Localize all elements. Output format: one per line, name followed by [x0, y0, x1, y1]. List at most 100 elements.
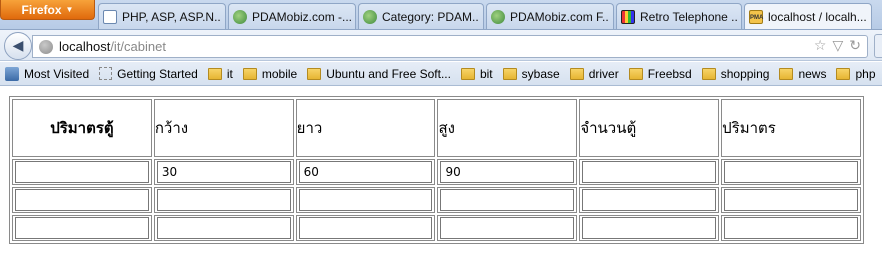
most-visited-icon — [5, 66, 19, 81]
width-input[interactable] — [156, 161, 291, 183]
browser-tab[interactable]: Retro Telephone ... — [616, 3, 742, 29]
width-input[interactable] — [156, 217, 291, 239]
browser-tab[interactable]: PDAMobiz.com F... — [486, 3, 614, 29]
page-content: ปริมาตรตู้ กว้าง ยาว สูง จำนวนตู้ ปริมาต… — [0, 87, 882, 263]
table-cell — [295, 159, 436, 185]
reload-icon[interactable]: ↻ — [849, 38, 861, 54]
globe-icon — [39, 39, 53, 54]
table-row — [12, 187, 861, 213]
length-input[interactable] — [298, 161, 433, 183]
header-cabinet-volume: ปริมาตรตู้ — [12, 99, 152, 157]
cabinet-count-input[interactable] — [582, 161, 717, 183]
volume-input[interactable] — [724, 189, 858, 211]
tab-strip: Firefox ▼ PHP, ASP, ASP.N... PDAMobiz.co… — [0, 0, 882, 30]
back-button[interactable]: ◀ — [4, 32, 32, 60]
table-cell — [437, 215, 578, 241]
back-arrow-icon: ◀ — [12, 38, 24, 54]
folder-icon — [307, 67, 322, 80]
table-header-row: ปริมาตรตู้ กว้าง ยาว สูง จำนวนตู้ ปริมาต… — [12, 99, 861, 157]
table-row — [12, 159, 861, 185]
height-input[interactable] — [440, 217, 575, 239]
bookmarks-toolbar: Most Visited Getting Started it mobile U… — [0, 62, 882, 86]
header-volume: ปริมาตร — [721, 99, 861, 157]
header-width: กว้าง — [153, 99, 294, 157]
search-box-edge[interactable] — [874, 34, 882, 58]
bookmark-star-icon[interactable]: ☆ — [814, 38, 827, 54]
browser-tab[interactable]: PHP, ASP, ASP.N... — [98, 3, 226, 29]
length-input[interactable] — [298, 217, 433, 239]
tab-label: PDAMobiz.com -... — [252, 9, 351, 24]
height-input[interactable] — [440, 161, 575, 183]
table-cell — [153, 215, 294, 241]
bookmark-folder-news[interactable]: news — [774, 67, 831, 81]
tab-label: Category: PDAM... — [382, 9, 479, 24]
cabinet-table: ปริมาตรตู้ กว้าง ยาว สูง จำนวนตู้ ปริมาต… — [9, 96, 864, 244]
table-cell — [437, 187, 578, 213]
bookmark-label: it — [226, 66, 233, 81]
bookmark-getting-started[interactable]: Getting Started — [94, 67, 203, 81]
folder-icon — [701, 67, 716, 80]
bookmark-folder-php[interactable]: php — [831, 67, 880, 81]
bookmark-label: shopping — [720, 66, 770, 81]
folder-icon — [460, 67, 475, 80]
bookmark-label: Freebsd — [647, 66, 692, 81]
folder-icon — [628, 67, 643, 80]
bookmark-label: Ubuntu and Free Soft... — [326, 66, 451, 81]
bookmark-label: php — [855, 66, 876, 81]
browser-tab[interactable]: Category: PDAM... — [358, 3, 484, 29]
table-cell — [579, 159, 720, 185]
table-row — [12, 215, 861, 241]
url-text[interactable]: localhost/it/cabinet — [59, 39, 166, 54]
url-bar[interactable]: localhost/it/cabinet ☆ ▽ ↻ — [32, 35, 868, 58]
table-cell — [295, 187, 436, 213]
bookmark-folder-bit[interactable]: bit — [456, 67, 498, 81]
tab-label: PHP, ASP, ASP.N... — [122, 9, 221, 24]
bookmark-label: Most Visited — [24, 66, 90, 81]
navigation-bar: ◀ localhost/it/cabinet ☆ ▽ ↻ — [0, 30, 882, 61]
url-host: localhost — [59, 39, 111, 54]
browser-tab[interactable]: PDAMobiz.com -... — [228, 3, 356, 29]
cabinet-count-input[interactable] — [582, 217, 717, 239]
page-icon — [103, 9, 117, 24]
pda-icon — [233, 9, 247, 24]
volume-input[interactable] — [724, 161, 858, 183]
table-cell — [579, 187, 720, 213]
bookmark-label: news — [798, 66, 827, 81]
tab-label: localhost / localh... — [768, 9, 867, 24]
cabinet-count-input[interactable] — [582, 189, 717, 211]
browser-tab-active[interactable]: PMA localhost / localh... — [744, 3, 872, 29]
length-input[interactable] — [298, 189, 433, 211]
pda-icon — [363, 9, 377, 24]
bookmark-label: mobile — [261, 66, 298, 81]
firefox-menu-button[interactable]: Firefox ▼ — [0, 0, 95, 20]
volume-input[interactable] — [724, 217, 858, 239]
tab-label: PDAMobiz.com F... — [510, 9, 609, 24]
bookmark-most-visited[interactable]: Most Visited — [0, 66, 94, 81]
height-input[interactable] — [440, 189, 575, 211]
header-cabinet-count: จำนวนตู้ — [579, 99, 720, 157]
bookmark-label: bit — [479, 66, 493, 81]
firefox-menu-label: Firefox — [21, 2, 62, 17]
bookmark-folder-shopping[interactable]: shopping — [697, 67, 775, 81]
dropdown-arrow-icon[interactable]: ▽ — [832, 38, 843, 54]
table-cell — [12, 159, 152, 185]
bookmark-folder-sybase[interactable]: sybase — [498, 67, 565, 81]
table-cell — [721, 187, 861, 213]
table-cell — [721, 159, 861, 185]
bookmark-folder-mobile[interactable]: mobile — [238, 67, 302, 81]
bookmark-folder-it[interactable]: it — [203, 67, 238, 81]
bookmark-folder-freebsd[interactable]: Freebsd — [624, 67, 697, 81]
bookmark-folder-ubuntu[interactable]: Ubuntu and Free Soft... — [302, 67, 456, 81]
table-cell — [12, 187, 152, 213]
table-cell — [295, 215, 436, 241]
cabinet-volume-input[interactable] — [15, 161, 149, 183]
chevron-down-icon: ▼ — [65, 5, 74, 14]
header-height: สูง — [437, 99, 578, 157]
getting-started-icon — [99, 67, 113, 80]
folder-icon — [569, 67, 584, 80]
cabinet-volume-input[interactable] — [15, 217, 149, 239]
bookmark-folder-driver[interactable]: driver — [565, 67, 624, 81]
width-input[interactable] — [156, 189, 291, 211]
table-cell — [12, 215, 152, 241]
cabinet-volume-input[interactable] — [15, 189, 149, 211]
